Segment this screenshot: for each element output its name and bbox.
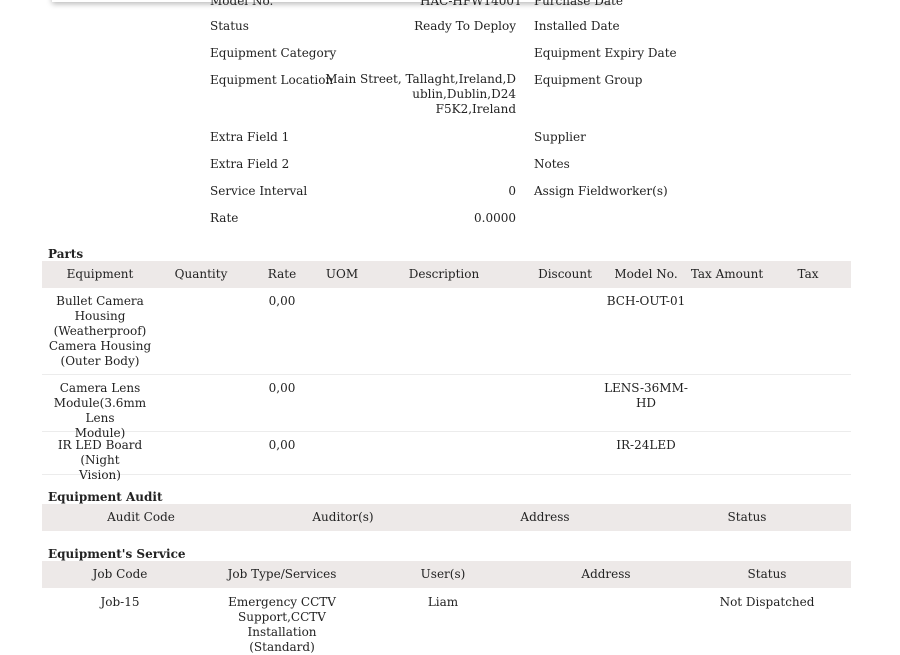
part-equipment-line: Camera Lens (59, 381, 141, 395)
supplier-label: Supplier (534, 130, 586, 144)
parts-title: Parts (48, 247, 84, 261)
part-model-no: BCH-OUT-01 (602, 294, 690, 309)
part-model-line: LENS-36MM- (604, 381, 688, 395)
page-top-shadow (52, 0, 612, 2)
audit-col-status: Status (727, 510, 767, 524)
equipment-location-label: Equipment Location (210, 73, 334, 87)
location-line: Main Street, Tallaght,Ireland,D (325, 72, 516, 86)
location-line: ublin,Dublin,D24 (412, 87, 516, 101)
part-rate: 0,00 (268, 294, 296, 308)
parts-col-model-no: Model No. (614, 267, 678, 281)
service-user: Liam (427, 595, 459, 609)
parts-table-header: Equipment Quantity Rate UOM Description … (42, 261, 851, 288)
service-col-address: Address (581, 567, 631, 581)
audit-col-address: Address (520, 510, 570, 524)
location-line: F5K2,Ireland (435, 102, 516, 116)
extra-field-2-label: Extra Field 2 (210, 157, 290, 171)
service-status: Not Dispatched (719, 595, 815, 609)
rate-label: Rate (210, 211, 239, 225)
service-table-header: Job Code Job Type/Services User(s) Addre… (42, 561, 851, 588)
service-job-type-line: (Standard) (249, 640, 315, 654)
table-row: Job-15 Emergency CCTV Support,CCTV Insta… (42, 588, 851, 654)
model-no-value: HAC-HFW1400T (420, 0, 523, 8)
service-interval-label: Service Interval (210, 184, 308, 198)
equipment-audit-title: Equipment Audit (48, 490, 163, 504)
rate-value: 0.0000 (474, 211, 516, 225)
part-equipment-line: (Weatherproof) (53, 324, 147, 338)
equipment-category-label: Equipment Category (210, 46, 337, 60)
status-label: Status (210, 19, 249, 33)
purchase-date-label: Purchase Date (534, 0, 623, 8)
table-row: Camera Lens Module(3.6mm Lens Module) 0,… (42, 375, 851, 440)
parts-col-rate: Rate (267, 267, 297, 281)
part-equipment-line: Housing (74, 309, 126, 323)
part-equipment-line: Vision) (79, 468, 121, 482)
service-job-type: Emergency CCTV Support,CCTV Installation… (202, 595, 362, 655)
service-col-users: User(s) (420, 567, 466, 581)
extra-field-1-label: Extra Field 1 (210, 130, 290, 144)
part-model-no: LENS-36MM- HD (602, 381, 690, 411)
part-model-no: IR-24LED (602, 438, 690, 453)
equipment-group-label: Equipment Group (534, 73, 643, 87)
part-equipment-line: Module(3.6mm Lens (53, 396, 147, 425)
audit-table-header: Audit Code Auditor(s) Address Status (42, 504, 851, 531)
part-equipment-line: IR LED Board (Night (57, 438, 143, 467)
part-rate: 0,00 (268, 381, 296, 395)
part-model-line: BCH-OUT-01 (606, 294, 686, 308)
parts-col-tax: Tax (797, 267, 819, 281)
service-col-job-type: Job Type/Services (227, 567, 337, 581)
notes-label: Notes (534, 157, 570, 171)
equipment-location-value: Main Street, Tallaght,Ireland,D ublin,Du… (325, 72, 516, 117)
service-job-code: Job-15 (100, 595, 140, 609)
parts-col-equipment: Equipment (66, 267, 134, 281)
table-row: Bullet Camera Housing (Weatherproof) Cam… (42, 288, 851, 375)
part-equipment-line: (Outer Body) (60, 354, 140, 368)
service-job-type-line: Support,CCTV Installation (238, 610, 326, 639)
part-equipment: Bullet Camera Housing (Weatherproof) Cam… (42, 294, 158, 369)
table-row: IR LED Board (Night Vision) 0,00 IR-24LE… (42, 432, 851, 482)
installed-date-label: Installed Date (534, 19, 620, 33)
part-rate: 0,00 (268, 438, 296, 452)
part-equipment-line: Bullet Camera (56, 294, 144, 308)
model-no-label: Model No. (210, 0, 274, 8)
audit-col-auditors: Auditor(s) (312, 510, 374, 524)
status-value: Ready To Deploy (414, 19, 516, 33)
parts-col-quantity: Quantity (174, 267, 228, 281)
part-equipment-line: Camera Housing (48, 339, 152, 353)
service-col-status: Status (747, 567, 787, 581)
part-equipment: IR LED Board (Night Vision) (42, 438, 158, 483)
equipment-service-title: Equipment's Service (48, 547, 186, 561)
part-model-line: IR-24LED (616, 438, 676, 452)
parts-col-description: Description (408, 267, 480, 281)
parts-col-discount: Discount (538, 267, 592, 281)
expiry-date-label: Equipment Expiry Date (534, 46, 677, 60)
assign-fieldworkers-label: Assign Fieldworker(s) (534, 184, 668, 198)
service-col-job-code: Job Code (92, 567, 148, 581)
service-interval-value: 0 (508, 184, 516, 198)
parts-col-tax-amount: Tax Amount (690, 267, 764, 281)
part-model-line: HD (635, 396, 657, 410)
audit-col-code: Audit Code (107, 510, 175, 524)
service-job-type-line: Emergency CCTV (228, 595, 336, 609)
parts-col-uom: UOM (325, 267, 359, 281)
